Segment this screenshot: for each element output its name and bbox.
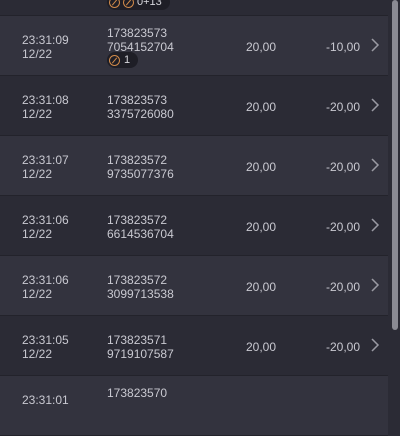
bet-id-line1: 173823571 bbox=[107, 333, 168, 347]
time: 23:31:09 bbox=[22, 33, 69, 47]
bet-id-line1: 173823573 bbox=[107, 26, 168, 40]
bet-id-line2: 9735077376 bbox=[107, 167, 174, 181]
time: 23:31:06 bbox=[22, 213, 69, 227]
stake-amount: 20,00 bbox=[246, 40, 277, 54]
timestamp: 23:31:09 12/22 bbox=[22, 33, 69, 61]
date: 12/22 bbox=[22, 167, 53, 181]
timestamp: 23:31:07 12/22 bbox=[22, 153, 69, 181]
timestamp: 23:31:08 12/22 bbox=[22, 93, 69, 121]
list-item[interactable]: 23:31:06 12/22 173823572 6614536704 20,0… bbox=[0, 196, 388, 256]
time: 23:31:07 bbox=[22, 153, 69, 167]
scrollbar[interactable] bbox=[392, 0, 398, 330]
date: 12/22 bbox=[22, 47, 53, 61]
bonus-badge-count: 0+13 bbox=[137, 0, 162, 8]
date: 12/22 bbox=[22, 107, 53, 121]
bonus-badge: 0+13 bbox=[107, 0, 170, 10]
bet-id-line2: 9719107587 bbox=[107, 347, 174, 361]
result-amount: -20,00 bbox=[325, 340, 360, 354]
bet-id: 173823573 3375726080 bbox=[107, 93, 174, 121]
bet-id: 173823572 3099713538 bbox=[107, 273, 174, 301]
stake-amount: 20,00 bbox=[246, 220, 277, 234]
bet-id-line1: 173823570 bbox=[107, 386, 168, 400]
bonus-badge: 1 bbox=[107, 52, 139, 68]
chevron-right-icon bbox=[371, 338, 380, 352]
list-item[interactable]: 23:31:01 173823570 bbox=[0, 376, 388, 436]
list-item[interactable]: 23:31:07 12/22 173823572 9735077376 20,0… bbox=[0, 136, 388, 196]
timestamp: 23:31:05 12/22 bbox=[22, 333, 69, 361]
result-amount: -20,00 bbox=[325, 280, 360, 294]
stake-amount: 20,00 bbox=[246, 160, 277, 174]
stake-amount: 20,00 bbox=[246, 100, 277, 114]
bet-id: 173823572 9735077376 bbox=[107, 153, 174, 181]
chevron-right-icon bbox=[371, 278, 380, 292]
time: 23:31:01 bbox=[22, 393, 69, 407]
timestamp: 23:31:01 bbox=[22, 393, 69, 407]
chevron-right-icon bbox=[371, 38, 380, 52]
date: 12/22 bbox=[22, 227, 53, 241]
bet-id-line2: 6614536704 bbox=[107, 227, 174, 241]
chevron-right-icon bbox=[371, 158, 380, 172]
time: 23:31:05 bbox=[22, 333, 69, 347]
bet-id: 173823573 7054152704 bbox=[107, 26, 174, 54]
stake-amount: 20,00 bbox=[246, 340, 277, 354]
bet-history-list: 0+13 23:31:09 12/22 173823573 7054152704… bbox=[0, 0, 388, 436]
bonus-icon bbox=[123, 0, 134, 8]
date: 12/22 bbox=[22, 347, 53, 361]
timestamp: 23:31:06 12/22 bbox=[22, 213, 69, 241]
stake-amount: 20,00 bbox=[246, 280, 277, 294]
bonus-badge-count: 1 bbox=[124, 54, 131, 66]
bet-id-line1: 173823572 bbox=[107, 153, 168, 167]
bet-id-line1: 173823573 bbox=[107, 93, 168, 107]
bet-id: 173823571 9719107587 bbox=[107, 333, 174, 361]
chevron-right-icon bbox=[371, 98, 380, 112]
list-item-partial[interactable]: 0+13 bbox=[0, 0, 388, 16]
result-amount: -20,00 bbox=[325, 160, 360, 174]
timestamp: 23:31:06 12/22 bbox=[22, 273, 69, 301]
bet-id-line2: 3375726080 bbox=[107, 107, 174, 121]
date: 12/22 bbox=[22, 287, 53, 301]
bet-id: 173823572 6614536704 bbox=[107, 213, 174, 241]
list-item[interactable]: 23:31:08 12/22 173823573 3375726080 20,0… bbox=[0, 76, 388, 136]
bonus-icon bbox=[109, 54, 120, 66]
bonus-icon bbox=[109, 0, 120, 8]
list-item[interactable]: 23:31:06 12/22 173823572 3099713538 20,0… bbox=[0, 256, 388, 316]
time: 23:31:06 bbox=[22, 273, 69, 287]
result-amount: -20,00 bbox=[325, 100, 360, 114]
bet-id-line1: 173823572 bbox=[107, 213, 168, 227]
bet-id-line1: 173823572 bbox=[107, 273, 168, 287]
result-amount: -20,00 bbox=[325, 220, 360, 234]
bet-id: 173823570 bbox=[107, 386, 167, 400]
time: 23:31:08 bbox=[22, 93, 69, 107]
result-amount: -10,00 bbox=[325, 40, 360, 54]
chevron-right-icon bbox=[371, 218, 380, 232]
bet-id-line2: 3099713538 bbox=[107, 287, 174, 301]
list-item[interactable]: 23:31:09 12/22 173823573 7054152704 1 20… bbox=[0, 16, 388, 76]
list-item[interactable]: 23:31:05 12/22 173823571 9719107587 20,0… bbox=[0, 316, 388, 376]
